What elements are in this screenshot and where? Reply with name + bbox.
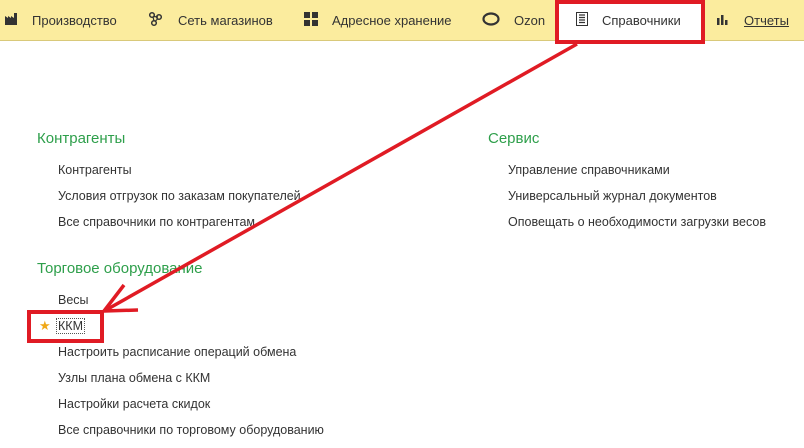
favorite-star-icon[interactable]: ★ [39,318,51,334]
section-title-service: Сервис [488,130,540,147]
annotation-arrow-head [100,283,139,313]
tab-reports[interactable]: Отчеты [716,0,789,40]
section-title-counterparties: Контрагенты [37,130,126,147]
ozon-icon [482,11,500,29]
link-exchange-schedule[interactable]: Настроить расписание операций обмена [58,345,296,359]
grid-icon [304,11,318,29]
link-weights-load-notification[interactable]: Оповещать о необходимости загрузки весов [508,215,766,229]
link-discount-settings[interactable]: Настройки расчета скидок [58,397,210,411]
bar-chart-icon [716,12,730,29]
tab-label: Сеть магазинов [178,12,273,28]
tab-label: Отчеты [744,12,789,28]
link-directory-management[interactable]: Управление справочниками [508,163,670,177]
section-title-trade-equipment: Торговое оборудование [37,260,203,277]
top-navigation-bar: Производство Сеть магазинов Адресное хра… [0,0,804,41]
tab-directories[interactable]: Справочники [558,0,702,40]
factory-icon [4,12,18,29]
tab-label: Справочники [602,12,681,28]
directory-icon [576,11,588,29]
network-icon [148,11,164,30]
tab-address-storage[interactable]: Адресное хранение [304,0,452,40]
link-counterparties[interactable]: Контрагенты [58,163,132,177]
link-all-counterparty-directories[interactable]: Все справочники по контрагентам [58,215,255,229]
tab-store-network[interactable]: Сеть магазинов [148,0,273,40]
tab-ozon[interactable]: Ozon [482,0,545,40]
tab-production[interactable]: Производство [4,0,117,40]
link-shipment-conditions[interactable]: Условия отгрузок по заказам покупателей [58,189,301,203]
link-kkm[interactable]: ККМ [56,318,85,334]
link-universal-document-journal[interactable]: Универсальный журнал документов [508,189,717,203]
tab-label: Адресное хранение [332,12,452,28]
link-kkm-exchange-nodes[interactable]: Узлы плана обмена с ККМ [58,371,210,385]
link-all-equipment-directories[interactable]: Все справочники по торговому оборудовани… [58,423,324,437]
tab-label: Ozon [514,12,546,28]
tab-label: Производство [32,12,117,28]
link-scales[interactable]: Весы [58,293,89,307]
